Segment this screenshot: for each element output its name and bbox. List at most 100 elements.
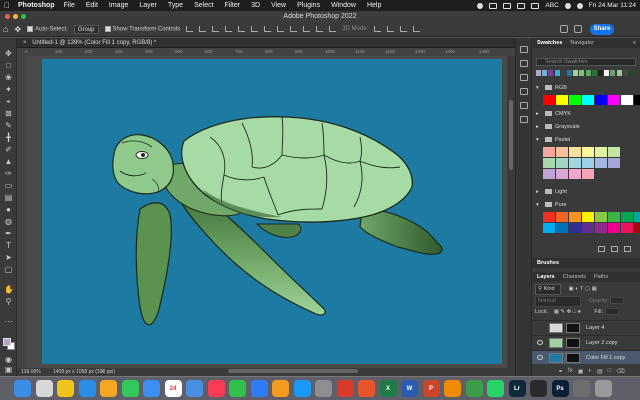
color-swatch[interactable] bbox=[569, 169, 581, 179]
home-icon[interactable]: ⌂ bbox=[3, 24, 8, 34]
app-dark-icon[interactable] bbox=[530, 380, 547, 397]
visibility-eye-icon[interactable] bbox=[537, 340, 543, 345]
layer-row[interactable]: Layer 4 bbox=[532, 320, 640, 334]
input-source[interactable]: ABC bbox=[545, 2, 558, 9]
distribute-4-icon[interactable] bbox=[303, 26, 311, 32]
recent-swatch[interactable] bbox=[579, 70, 585, 76]
color-swatch[interactable] bbox=[621, 95, 633, 105]
recent-swatch[interactable] bbox=[542, 70, 548, 76]
swatch-search-input[interactable]: Search Swatches bbox=[536, 58, 636, 66]
filter-type-icon[interactable]: T bbox=[580, 286, 583, 292]
new-layer-icon[interactable]: □ bbox=[608, 368, 612, 375]
color-swatch[interactable] bbox=[621, 212, 633, 222]
music-icon[interactable] bbox=[207, 380, 225, 397]
search-icon[interactable] bbox=[564, 2, 571, 9]
color-swatch[interactable] bbox=[556, 95, 568, 105]
color-swatch[interactable] bbox=[543, 212, 555, 222]
distribute-icon[interactable] bbox=[264, 26, 272, 32]
3d-pan-icon[interactable] bbox=[400, 26, 408, 32]
lightroom-icon[interactable]: Lr bbox=[508, 380, 526, 397]
tab-paths[interactable]: Paths bbox=[594, 274, 608, 280]
move-tool-preset-icon[interactable]: ✥ bbox=[14, 25, 21, 34]
color-swatch[interactable] bbox=[595, 147, 607, 157]
color-swatch[interactable] bbox=[543, 169, 555, 179]
align-right-icon[interactable] bbox=[212, 26, 220, 32]
whatsapp-icon[interactable] bbox=[487, 380, 504, 397]
auto-select-checkbox[interactable]: Auto-Select: bbox=[27, 25, 68, 32]
link-layers-icon[interactable]: ⚭ bbox=[558, 368, 563, 375]
wifi-icon[interactable] bbox=[503, 2, 512, 9]
color-panel-icon[interactable] bbox=[520, 102, 528, 109]
vlc-icon[interactable] bbox=[444, 380, 461, 397]
healing-brush-tool-icon[interactable]: ╋ bbox=[4, 134, 13, 142]
lock-image-icon[interactable]: ✎ bbox=[560, 309, 565, 315]
align-bottom-icon[interactable] bbox=[251, 26, 259, 32]
swatch-group-rgb[interactable]: ▾ RGB bbox=[536, 84, 636, 93]
quick-select-tool-icon[interactable]: ✦ bbox=[4, 86, 13, 94]
menu-filter[interactable]: Filter bbox=[225, 2, 241, 9]
powerpoint-icon[interactable]: P bbox=[422, 380, 440, 397]
crop-tool-icon[interactable]: ⌖ bbox=[4, 98, 13, 106]
recent-swatch[interactable] bbox=[629, 70, 634, 76]
calendar-icon[interactable]: 24 bbox=[164, 380, 182, 397]
screen-icon[interactable] bbox=[489, 2, 498, 9]
panel-menu-icon[interactable]: ≡ bbox=[633, 40, 636, 46]
tab-swatches[interactable]: Swatches bbox=[537, 40, 562, 46]
tab-navigator[interactable]: Navigator bbox=[570, 40, 594, 46]
recent-swatch[interactable] bbox=[616, 70, 622, 76]
color-swatch[interactable] bbox=[556, 147, 568, 157]
color-swatch[interactable] bbox=[569, 147, 581, 157]
swatch-group-light[interactable]: ▸ Light bbox=[536, 188, 636, 197]
align-center-icon[interactable] bbox=[199, 26, 207, 32]
color-swatch[interactable] bbox=[556, 212, 568, 222]
3d-roll-icon[interactable] bbox=[387, 26, 395, 32]
color-swatch[interactable] bbox=[621, 223, 633, 233]
keynote-icon[interactable] bbox=[250, 380, 268, 397]
color-swatch[interactable] bbox=[595, 223, 607, 233]
3d-orbit-icon[interactable] bbox=[374, 26, 382, 32]
finder-icon[interactable] bbox=[14, 380, 31, 397]
finder-icon-2[interactable] bbox=[186, 380, 203, 397]
distribute-5-icon[interactable] bbox=[316, 26, 324, 32]
character-panel-icon[interactable] bbox=[520, 116, 528, 123]
recent-swatch[interactable] bbox=[548, 70, 554, 76]
add-mask-icon[interactable]: ▣ bbox=[578, 368, 584, 375]
app-menu[interactable]: Photoshop bbox=[18, 2, 55, 9]
lock-position-icon[interactable]: ✥ bbox=[567, 309, 572, 315]
fill-field[interactable] bbox=[604, 308, 619, 316]
edit-toolbar-icon[interactable]: ⋯ bbox=[4, 318, 13, 326]
layer-thumbnail[interactable] bbox=[549, 323, 563, 333]
adjustment-layer-icon[interactable]: ◐ bbox=[588, 368, 592, 375]
swatch-group-pure[interactable]: ▾ Pure bbox=[536, 201, 636, 210]
recent-swatch[interactable] bbox=[573, 70, 579, 76]
color-swatch[interactable] bbox=[556, 169, 568, 179]
color-swatch[interactable] bbox=[634, 223, 640, 233]
layer-mask-thumbnail[interactable] bbox=[566, 338, 580, 348]
recent-swatch[interactable] bbox=[560, 70, 566, 76]
layer-name[interactable]: Color Fill 1 copy bbox=[586, 351, 625, 365]
swatch-group-pastel[interactable]: ▾ Pastel bbox=[536, 136, 636, 145]
filter-pixel-icon[interactable]: ▣ bbox=[569, 286, 574, 292]
swatch-group-cmyk[interactable]: ▸ CMYK bbox=[536, 110, 636, 119]
menu-window[interactable]: Window bbox=[331, 2, 356, 9]
close-window-icon[interactable] bbox=[5, 14, 10, 19]
recent-swatch[interactable] bbox=[554, 70, 560, 76]
status-menu-arrow-icon[interactable]: > bbox=[101, 368, 104, 376]
layer-row[interactable]: Layer 2 copy bbox=[532, 335, 640, 349]
menu-type[interactable]: Type bbox=[168, 2, 183, 9]
color-swatch[interactable] bbox=[595, 212, 607, 222]
color-swatch[interactable] bbox=[569, 223, 581, 233]
vertical-scrollbar[interactable] bbox=[507, 56, 515, 368]
menu-view[interactable]: View bbox=[271, 2, 286, 9]
libraries-panel-icon[interactable] bbox=[520, 88, 528, 95]
document-info[interactable]: 1408 px x 1058 px (300 ppi) bbox=[53, 368, 115, 376]
gradient-tool-icon[interactable]: ▤ bbox=[4, 194, 13, 202]
swatch-group-grayscale[interactable]: ▸ Grayscale bbox=[536, 123, 636, 132]
color-swatch[interactable] bbox=[608, 95, 620, 105]
document-tab[interactable]: × Untitled-1 @ 139% (Color Fill 1 copy, … bbox=[17, 38, 515, 48]
marquee-tool-icon[interactable]: □ bbox=[4, 62, 13, 70]
app-orange-icon[interactable] bbox=[358, 380, 375, 397]
new-swatch-icon[interactable] bbox=[611, 246, 618, 252]
color-swatch[interactable] bbox=[582, 147, 594, 157]
horizontal-scrollbar[interactable] bbox=[228, 369, 358, 373]
